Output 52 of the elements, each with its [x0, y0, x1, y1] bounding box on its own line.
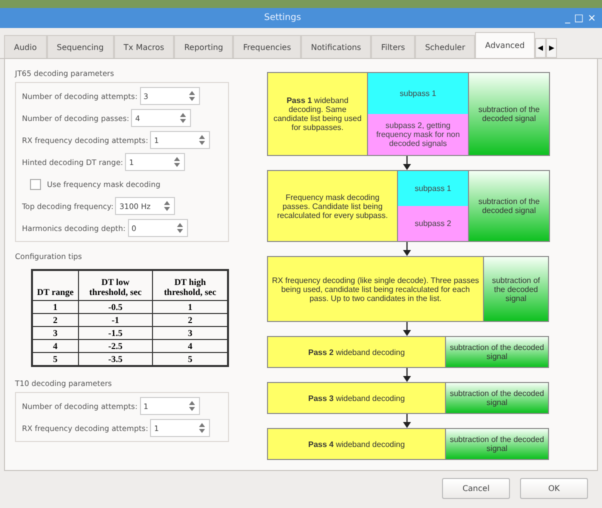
dialog-button[interactable]: OK — [520, 478, 588, 499]
pass-block: Pass 4 wideband decoding — [268, 429, 446, 459]
subtraction-block: subtraction of the decoded signal — [446, 337, 548, 367]
tab[interactable]: Advanced — [475, 32, 535, 58]
spin-arrows-icon[interactable] — [172, 156, 182, 168]
pass-block: Pass 3 wideband decoding — [268, 383, 446, 413]
subtraction-block: subtraction of the decoded signal — [484, 257, 548, 321]
tab[interactable]: Notifications — [301, 35, 372, 58]
pass-block: Pass 2 wideband decoding — [268, 337, 446, 367]
spin-arrows-icon[interactable] — [174, 222, 185, 234]
pass-block: Pass 1 wideband decoding. Same candidate list being used for subpasses. — [268, 73, 368, 155]
down-arrow — [402, 242, 412, 256]
table-cell: -0.5 — [78, 300, 153, 314]
down-arrow — [402, 156, 412, 170]
spin-arrows-icon[interactable] — [186, 90, 196, 102]
table-cell: -1.5 — [78, 326, 153, 340]
table-cell: -1 — [78, 314, 153, 326]
dialog-button[interactable]: Cancel — [442, 478, 510, 499]
subtraction-block: subtraction of the decoded signal — [446, 429, 548, 459]
spin-arrows-icon[interactable] — [186, 400, 196, 412]
tab[interactable]: Filters — [371, 35, 416, 58]
tab[interactable]: Sequencing — [46, 35, 114, 58]
spin-arrows-icon[interactable] — [162, 200, 172, 212]
down-arrow — [402, 414, 412, 428]
table-cell: 1 — [32, 300, 78, 314]
subtraction-block: subtraction of the decoded signal — [469, 171, 549, 241]
subpass-block: subpass 2, getting frequency mask for non decoded signals — [368, 114, 468, 155]
checkbox[interactable] — [30, 178, 41, 190]
column-header: DT range — [32, 270, 78, 300]
tab[interactable]: Audio — [4, 35, 47, 58]
spin-arrows-icon[interactable] — [197, 134, 208, 146]
tab[interactable]: Frequencies — [233, 35, 302, 58]
table-cell: 2 — [32, 314, 78, 326]
table-cell: 3 — [32, 326, 78, 340]
down-arrow — [402, 368, 412, 382]
subpass-block: subpass 2 — [398, 206, 468, 241]
window-title: Settings — [263, 13, 302, 23]
subpass-block: subpass 1 — [398, 171, 468, 206]
subtraction-block: subtraction of the decoded signal — [446, 383, 548, 413]
tab[interactable]: Scheduler — [415, 35, 476, 58]
tab[interactable]: Tx Macros — [114, 35, 174, 58]
subtraction-block: subtraction of the decoded signal — [469, 73, 549, 155]
spin-arrows-icon[interactable] — [197, 422, 208, 434]
pass-block: Frequency mask decoding passes. Candidate list being recalculated for every subpass. — [268, 171, 398, 241]
column-header: DT low threshold, sec — [78, 270, 153, 300]
table-cell: 4 — [32, 340, 78, 352]
table-cell: -2.5 — [78, 340, 153, 352]
spin-arrows-icon[interactable] — [178, 112, 188, 124]
tab[interactable]: Reporting — [174, 35, 234, 58]
subpass-block: subpass 1 — [368, 73, 468, 114]
pass-block: RX frequency decoding (like single decode). Three passes being used, candidate list being recalculated for each pass. Up to two candidates in the list. — [268, 257, 484, 321]
down-arrow — [402, 322, 412, 336]
